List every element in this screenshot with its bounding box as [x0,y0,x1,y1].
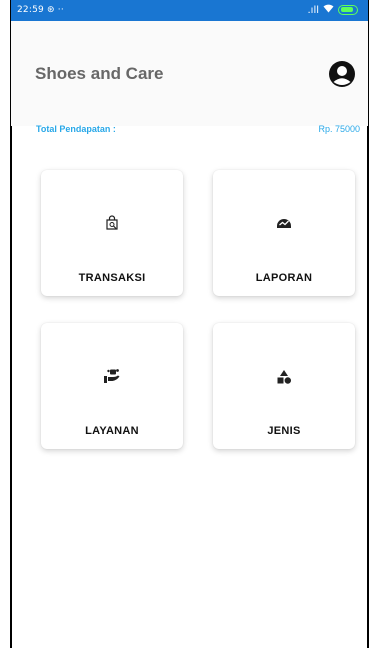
menu-label-transaksi: TRANSAKSI [78,272,146,284]
status-time: 22:59 ⊛ ·· [17,5,64,15]
report-chart-icon [213,212,355,234]
user-avatar-icon[interactable] [328,60,356,88]
status-bar: 22:59 ⊛ ·· .ıll [11,0,368,21]
menu-label-layanan: LAYANAN [85,425,139,437]
wifi-icon [323,4,334,16]
app-screen: 22:59 ⊛ ·· .ıll Shoes and Care Total Pen… [0,0,374,648]
battery-icon [338,5,358,15]
menu-card-laporan[interactable]: LAPORAN [213,170,355,296]
whatsapp-icon: ⊛ ·· [47,5,64,15]
menu-card-layanan[interactable]: LAYANAN [41,323,183,449]
page-title: Shoes and Care [35,64,164,83]
status-icons: .ıll [307,4,358,16]
income-label: Total Pendapatan : [36,124,116,134]
category-shapes-icon [213,365,355,387]
menu-card-jenis[interactable]: JENIS [213,323,355,449]
signal-icon: .ıll [307,4,319,16]
menu-card-transaksi[interactable]: TRANSAKSI [41,170,183,296]
shopping-bag-icon [41,212,183,234]
menu-label-jenis: JENIS [267,425,301,437]
income-value: Rp. 75000 [318,124,360,134]
service-hand-icon [41,365,183,387]
menu-label-laporan: LAPORAN [255,272,313,284]
